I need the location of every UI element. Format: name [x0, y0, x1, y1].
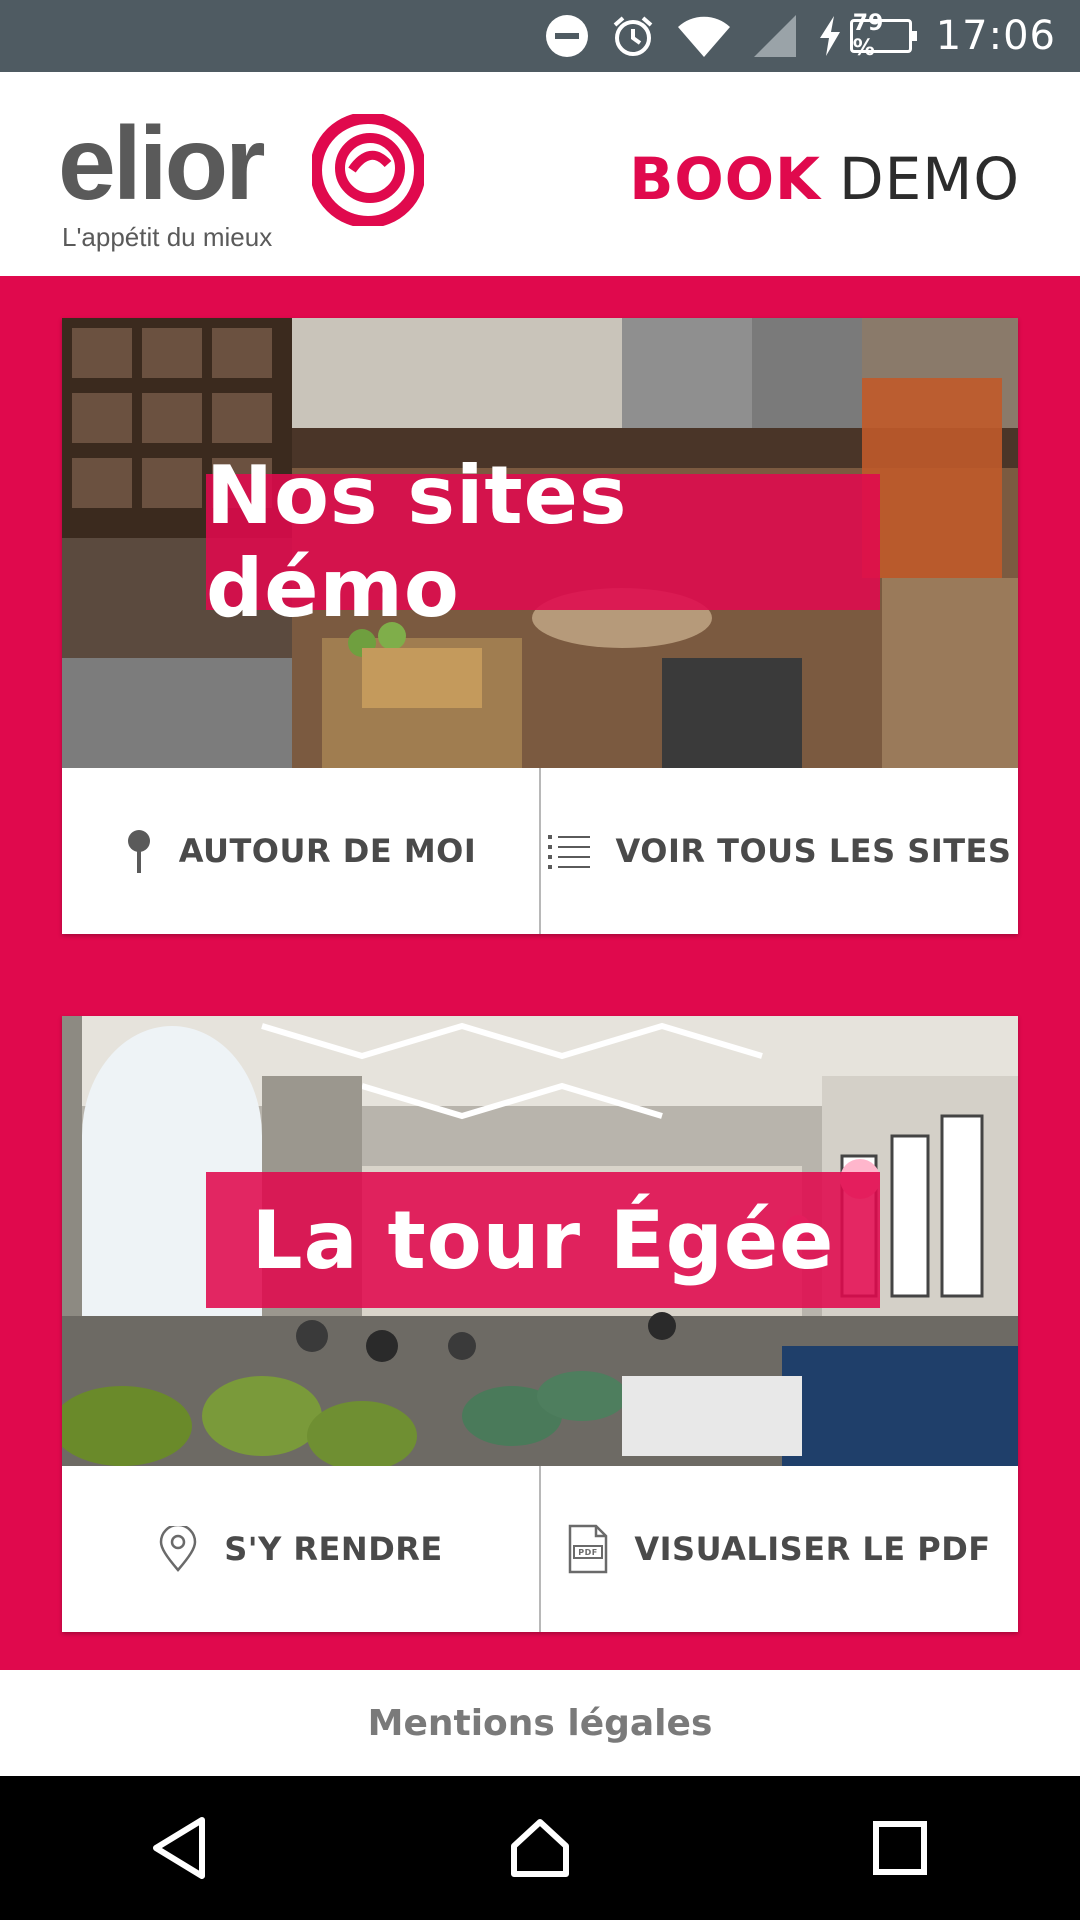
map-pin-icon [125, 829, 153, 873]
view-all-sites-button[interactable]: VOIR TOUS LES SITES [539, 768, 1018, 934]
footer: Mentions légales [0, 1670, 1080, 1776]
rose-logo-icon [312, 114, 424, 226]
tour-egee-title: La tour Égée [206, 1172, 880, 1308]
tour-egee-photo[interactable]: La tour Égée [62, 1016, 1018, 1466]
book-demo-title: BOOK DEMO [629, 144, 1020, 214]
card-demo-sites: Nos sites démo AUTOUR DE MOI VOIR TOUS L… [62, 318, 1018, 934]
cell-signal-icon [752, 13, 798, 59]
status-bar: 79 % 17:06 [0, 0, 1080, 72]
card-tour-egee: La tour Égée S'Y RENDRE PDF VISUALISER L… [62, 1016, 1018, 1632]
alarm-icon [610, 13, 656, 59]
around-me-button[interactable]: AUTOUR DE MOI [62, 768, 539, 934]
demo-sites-actions: AUTOUR DE MOI VOIR TOUS LES SITES [62, 768, 1018, 934]
charging-icon [818, 16, 842, 56]
status-time: 17:06 [935, 13, 1056, 59]
recents-icon[interactable] [840, 1788, 960, 1908]
demo-sites-photo[interactable]: Nos sites démo [62, 318, 1018, 768]
tour-egee-actions: S'Y RENDRE PDF VISUALISER LE PDF [62, 1466, 1018, 1632]
demo-sites-title: Nos sites démo [206, 449, 880, 635]
do-not-disturb-icon [544, 13, 590, 59]
around-me-label: AUTOUR DE MOI [178, 832, 477, 870]
status-icons: 79 % 17:06 [544, 0, 1080, 72]
main-content: Nos sites démo AUTOUR DE MOI VOIR TOUS L… [0, 276, 1080, 1670]
wifi-icon [676, 13, 732, 59]
legal-notice-link[interactable]: Mentions légales [368, 1703, 713, 1744]
get-directions-button[interactable]: S'Y RENDRE [62, 1466, 539, 1632]
logo-wordmark: elior [58, 106, 266, 222]
app-header: elior L'appétit du mieux BOOK DEMO [0, 72, 1080, 276]
elior-logo[interactable]: elior L'appétit du mieux [58, 112, 438, 262]
view-pdf-label: VISUALISER LE PDF [634, 1530, 991, 1568]
battery-icon: 79 % [849, 11, 917, 61]
back-icon[interactable] [120, 1788, 240, 1908]
view-all-sites-label: VOIR TOUS LES SITES [615, 832, 1012, 870]
get-directions-label: S'Y RENDRE [224, 1530, 443, 1568]
view-pdf-button[interactable]: PDF VISUALISER LE PDF [539, 1466, 1018, 1632]
svg-text:PDF: PDF [579, 1548, 598, 1557]
navigation-bar [0, 1776, 1080, 1920]
list-icon [547, 833, 590, 869]
demo-label: DEMO [838, 145, 1020, 213]
logo-tagline: L'appétit du mieux [62, 222, 273, 252]
book-label: BOOK [629, 145, 821, 213]
home-icon[interactable] [480, 1788, 600, 1908]
pdf-file-icon: PDF [568, 1524, 608, 1574]
location-outline-icon [158, 1526, 198, 1572]
battery-percentage: 79 % [852, 11, 884, 61]
